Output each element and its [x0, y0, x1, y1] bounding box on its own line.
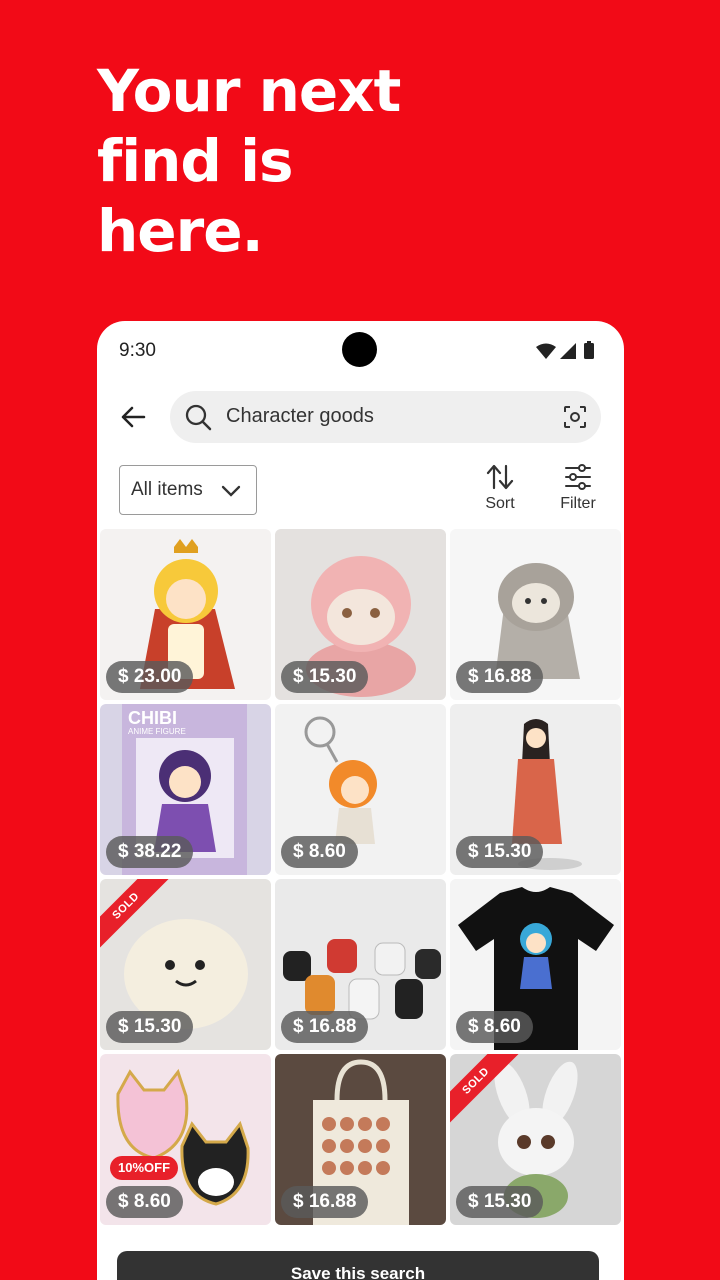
price-tag: $ 8.60	[456, 1011, 533, 1043]
phone-frame: 9:30 Character goods All items Sort Filt…	[97, 321, 624, 1280]
headline-line-2: find is	[97, 127, 294, 195]
search-row: Character goods	[97, 389, 624, 445]
price-tag: $ 15.30	[456, 1186, 544, 1218]
wifi-icon	[536, 343, 556, 359]
image-search-icon[interactable]	[563, 405, 587, 429]
filter-row: All items Sort Filter	[97, 463, 624, 519]
battery-icon	[584, 343, 594, 359]
price-tag: $ 15.30	[281, 661, 369, 693]
save-search-button[interactable]: Save this search	[117, 1251, 599, 1280]
product-tile[interactable]: $ 15.30	[450, 704, 621, 875]
product-tile[interactable]: CHIBI ANIME FIGURE $ 38.22	[100, 704, 271, 875]
price-tag: $ 8.60	[106, 1186, 183, 1218]
price-tag: $ 16.88	[456, 661, 544, 693]
product-tile[interactable]: $ 8.60	[275, 704, 446, 875]
status-time: 9:30	[119, 340, 156, 361]
status-icons	[536, 341, 594, 359]
price-tag: $ 16.88	[281, 1011, 369, 1043]
filter-button[interactable]: Filter	[548, 463, 608, 519]
product-tile[interactable]: $ 23.00	[100, 529, 271, 700]
price-tag: $ 8.60	[281, 836, 358, 868]
price-tag: $ 23.00	[106, 661, 194, 693]
product-tile[interactable]: SOLD $ 15.30	[100, 879, 271, 1050]
sort-label: Sort	[485, 495, 515, 512]
product-tile[interactable]: $ 8.60	[450, 879, 621, 1050]
product-tile[interactable]: $ 16.88	[450, 529, 621, 700]
search-query: Character goods	[226, 405, 374, 427]
status-bar: 9:30	[97, 321, 624, 379]
sort-button[interactable]: Sort	[470, 463, 530, 519]
back-arrow-icon	[121, 406, 146, 428]
product-tile[interactable]: SOLD $ 15.30	[450, 1054, 621, 1225]
price-tag: $ 16.88	[281, 1186, 369, 1218]
signal-icon	[560, 343, 576, 359]
back-button[interactable]	[115, 399, 151, 435]
price-tag: $ 15.30	[456, 836, 544, 868]
filter-label: Filter	[560, 495, 596, 512]
product-tile[interactable]: $ 16.88	[275, 1054, 446, 1225]
price-tag: $ 15.30	[106, 1011, 194, 1043]
search-input[interactable]: Character goods	[170, 391, 601, 443]
product-tile[interactable]: 10%OFF $ 8.60	[100, 1054, 271, 1225]
category-dropdown-label: All items	[131, 479, 203, 500]
search-icon	[185, 404, 212, 431]
promo-headline: Your next find is here.	[97, 56, 401, 266]
filter-sliders-icon	[565, 464, 591, 490]
discount-badge: 10%OFF	[110, 1156, 179, 1180]
save-search-bar: Save this search	[97, 1231, 624, 1280]
product-tile[interactable]: $ 15.30	[275, 529, 446, 700]
camera-cutout	[342, 332, 377, 367]
price-tag: $ 38.22	[106, 836, 194, 868]
box-title: CHIBI	[128, 708, 177, 728]
box-subtitle: ANIME FIGURE	[128, 727, 186, 736]
product-tile[interactable]: $ 16.88	[275, 879, 446, 1050]
headline-line-1: Your next	[97, 57, 401, 125]
sort-icon	[486, 464, 514, 490]
category-dropdown[interactable]: All items	[119, 465, 257, 515]
headline-line-3: here.	[97, 197, 264, 265]
chevron-down-icon	[221, 485, 241, 497]
